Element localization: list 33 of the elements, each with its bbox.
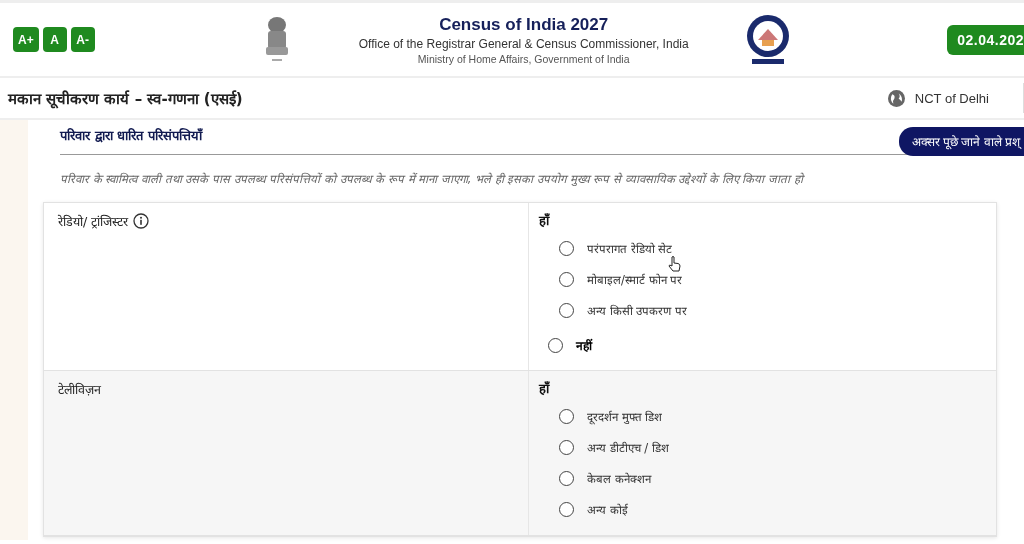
option-group-label: हाँ: [539, 380, 551, 397]
option-label: केबल कनेक्शन: [587, 471, 651, 486]
info-icon[interactable]: [133, 213, 150, 229]
question-label: टेलीविज़न: [58, 381, 101, 398]
option-label: परंपरागत रेडियो सेट: [587, 241, 673, 256]
hand-cursor-icon: [668, 256, 681, 272]
radio-button[interactable]: [548, 337, 563, 353]
option-label: मोबाइल/स्मार्ट फोन पर: [587, 272, 683, 287]
font-size-button[interactable]: A+: [13, 27, 39, 52]
option-label: अन्य किसी उपकरण पर: [587, 303, 687, 318]
site-title: Census of India 2027: [439, 14, 609, 35]
radio-button[interactable]: [559, 409, 574, 424]
option-group-label: हाँ: [539, 212, 551, 229]
page-title: मकान सूचीकरण कार्य – स्व-गणना (एसई): [8, 89, 243, 108]
faq-button[interactable]: अक्सर पूछे जाने वाले प्रश्: [898, 127, 1024, 156]
region-label: NCT of Delhi: [914, 90, 989, 106]
option-label: नहीं: [576, 337, 592, 354]
office-name: Office of the Registrar General & Census Commissioner, India: [358, 36, 689, 51]
font-size-button[interactable]: A: [42, 27, 67, 52]
section-description: परिवार के स्वामित्व वाली तथा उसके पास उपलब्ध परिसंपत्तियों को उपलब्ध के रूप में माना जाएगा, भले ही इसका उपयोग मुख्य रूप से व्यावसायिक उद्देश्यों के लिए किया जाता हो: [60, 171, 806, 186]
ministry-name: Ministry of Home Affairs, Government of India: [417, 52, 630, 65]
option-label: अन्य डीटीएच / डिश: [587, 440, 669, 455]
question-label: रेडियो/ ट्रांजिस्टर: [58, 213, 129, 230]
option-label: अन्य कोई: [587, 502, 628, 517]
radio-button[interactable]: [559, 471, 574, 486]
radio-button[interactable]: [559, 272, 574, 287]
date-badge: 02.04.202: [947, 24, 1024, 55]
option-label: दूरदर्शन मुफ्त डिश: [587, 409, 663, 424]
radio-button[interactable]: [559, 502, 574, 517]
font-size-button[interactable]: A-: [70, 27, 95, 52]
radio-button[interactable]: [559, 440, 574, 455]
radio-button[interactable]: [559, 241, 574, 256]
radio-button[interactable]: [559, 303, 574, 318]
